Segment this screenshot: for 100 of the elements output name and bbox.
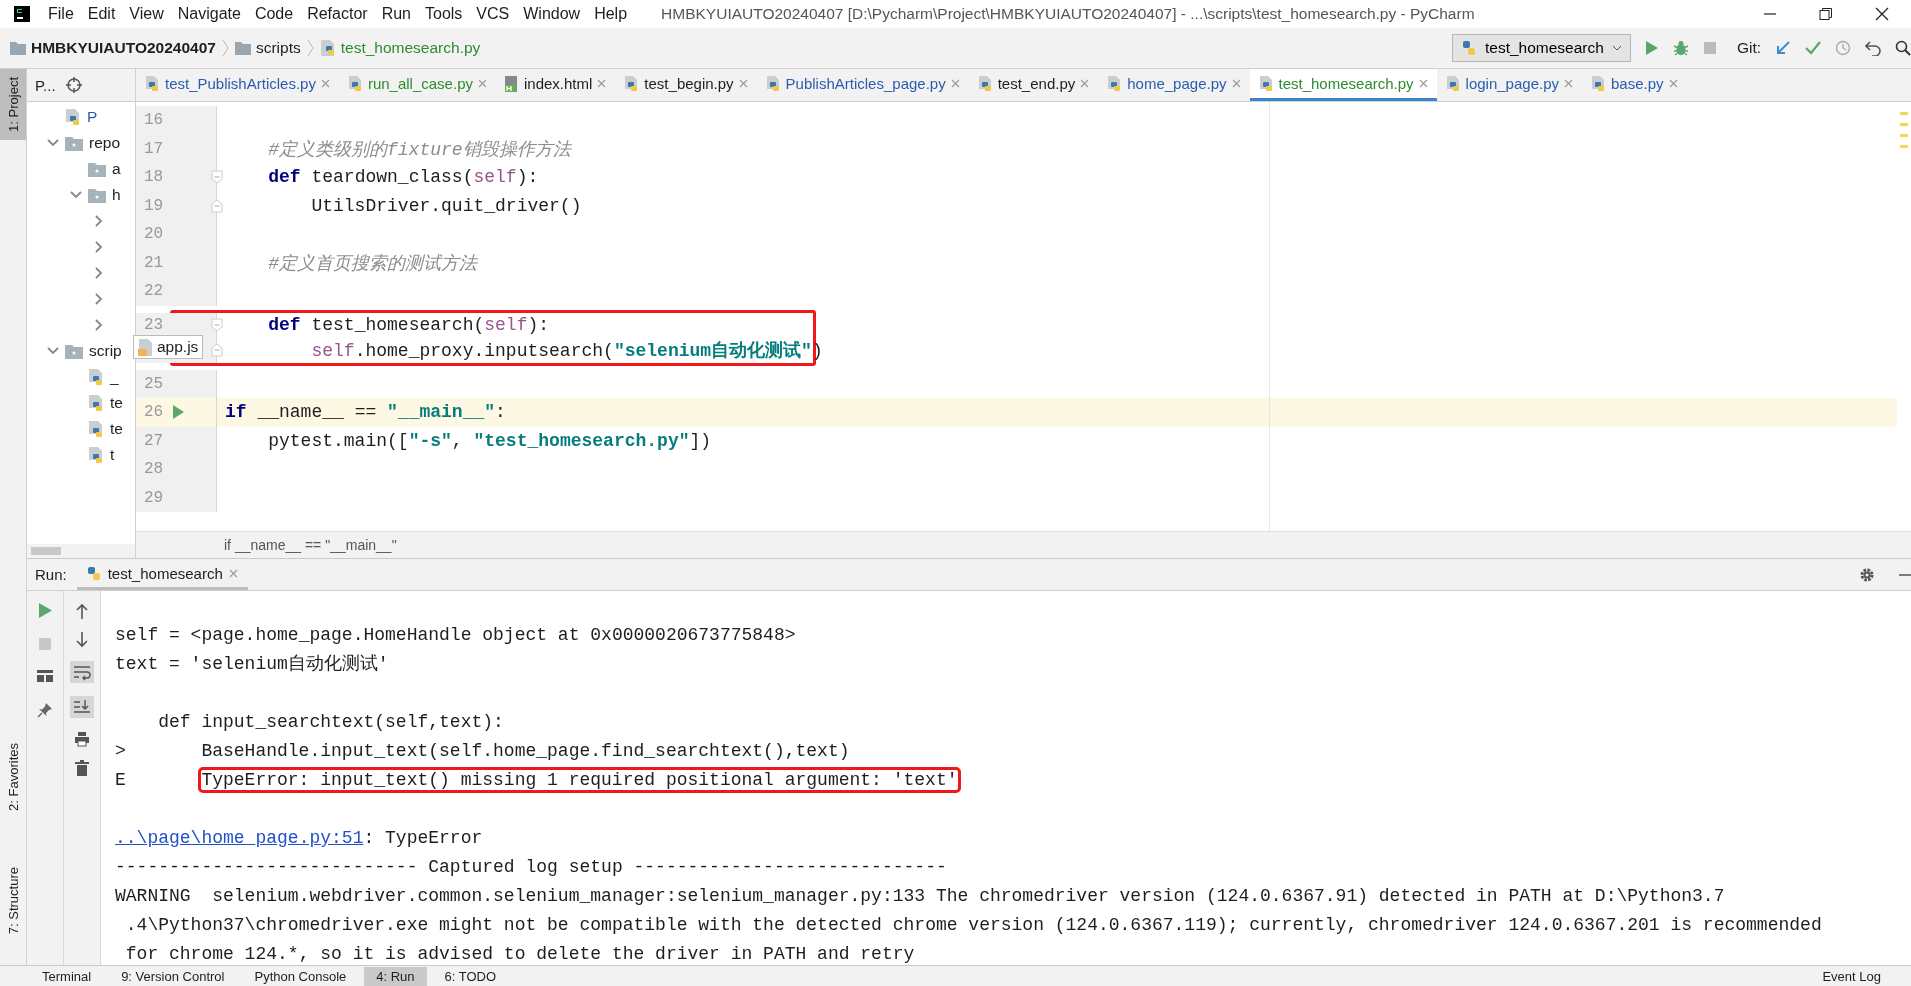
editor-tab[interactable]: home_page.py — [1098, 69, 1250, 101]
tree-item[interactable]: scrip — [89, 342, 122, 360]
line-number: 21 — [144, 253, 164, 272]
target-icon[interactable] — [65, 77, 82, 93]
chevron-icon[interactable] — [93, 293, 105, 305]
arrow-icon[interactable] — [1775, 40, 1791, 56]
console-marker: E — [115, 769, 127, 792]
tool-window-button[interactable]: 2: Favorites — [0, 734, 26, 819]
menu-item[interactable]: Edit — [87, 5, 116, 23]
editor-tab[interactable]: test_begin.py — [615, 69, 757, 101]
check-icon[interactable] — [1805, 41, 1821, 55]
breadcrumb-item[interactable]: HMBKYUIAUTO20240407 — [10, 39, 216, 57]
editor-tab[interactable]: login_page.py — [1436, 69, 1582, 101]
console-line: ..\page\home_page.py:51: TypeError — [115, 827, 484, 850]
scrollbar-thumb[interactable] — [31, 547, 61, 555]
menu-item[interactable]: Navigate — [177, 5, 241, 23]
minimize-icon[interactable] — [1899, 572, 1911, 577]
menu-item[interactable]: View — [129, 5, 164, 23]
search-icon[interactable] — [1895, 40, 1911, 56]
event-log-button[interactable]: Event Log — [1822, 968, 1881, 984]
panel-title: Run: — [35, 566, 67, 583]
chevron-icon[interactable] — [93, 241, 105, 253]
chevron-icon[interactable] — [70, 189, 82, 201]
tool-window-button[interactable]: 7: Structure — [0, 858, 26, 943]
editor-tab[interactable]: base.py — [1582, 69, 1687, 101]
tree-item[interactable]: a — [112, 160, 121, 178]
stop-icon[interactable] — [1702, 41, 1717, 55]
tool-window-tab[interactable]: 9: Version Control — [109, 966, 237, 986]
breadcrumb-item[interactable]: scripts — [234, 39, 301, 57]
python-file-icon — [977, 75, 993, 92]
python-file-icon — [765, 75, 781, 92]
tree-item[interactable]: h — [112, 186, 121, 204]
folder-icon — [65, 343, 83, 359]
python-icon — [1460, 40, 1477, 56]
chevron-icon[interactable] — [93, 267, 105, 279]
run-icon[interactable] — [173, 405, 184, 420]
run-config-dropdown[interactable]: test_homesearch — [1451, 34, 1631, 62]
down-arrow-icon[interactable] — [76, 632, 88, 648]
menu-item[interactable]: Window — [523, 5, 581, 23]
code-line: def teardown_class(self): — [267, 167, 539, 188]
python-file-icon — [145, 75, 160, 92]
editor-tab[interactable]: run_all_case.py — [338, 69, 496, 101]
tool-window-tab[interactable]: Python Console — [242, 966, 359, 986]
editor-tab[interactable]: PublishArticles_page.py — [756, 69, 969, 101]
editor-tab[interactable]: test_end.py — [968, 69, 1099, 101]
settings-icon[interactable] — [1859, 566, 1875, 583]
editor-tab[interactable]: index.html — [496, 69, 616, 101]
menu-item[interactable]: Refactor — [307, 5, 368, 23]
panel-title[interactable]: P... — [35, 76, 56, 94]
editor-tab[interactable]: test_homesearch.py — [1249, 69, 1437, 101]
close-icon[interactable] — [1875, 7, 1889, 21]
menu-item[interactable]: File — [48, 5, 74, 23]
code-line: def test_homesearch(self): — [267, 315, 550, 335]
menu-item[interactable]: Run — [381, 5, 411, 23]
tree-item[interactable]: P — [87, 108, 98, 126]
menu-item[interactable]: Help — [594, 5, 628, 23]
scroll-to-end-icon[interactable] — [70, 696, 94, 718]
menu-item[interactable]: Tools — [425, 5, 463, 23]
undo-icon[interactable] — [1865, 40, 1881, 56]
code-breadcrumb[interactable]: if __name__ == "__main__" — [224, 537, 397, 553]
chevron-icon — [221, 39, 229, 57]
menu-item[interactable]: VCS — [476, 5, 510, 23]
print-icon[interactable] — [74, 731, 90, 747]
console-line: self = <page.home_page.HomeHandle object at 0x0000020673775848> — [115, 625, 796, 645]
python-file-icon — [88, 446, 104, 464]
tool-window-tab[interactable]: 4: Run — [364, 966, 427, 986]
clock-icon[interactable] — [1835, 40, 1851, 56]
folder-icon — [10, 41, 26, 55]
tree-item[interactable]: _ — [110, 368, 119, 386]
trash-icon[interactable] — [75, 760, 89, 776]
chevron-icon[interactable] — [47, 137, 59, 149]
tool-window-tab[interactable]: Terminal — [30, 966, 104, 986]
file-link[interactable]: ..\page\home_page.py:51 — [115, 828, 364, 848]
chevron-icon[interactable] — [93, 215, 105, 227]
tool-window-tab[interactable]: 6: TODO — [432, 966, 509, 986]
bug-icon[interactable] — [1672, 40, 1689, 56]
tool-window-button[interactable]: 1: Project — [0, 69, 26, 140]
run-icon[interactable] — [38, 603, 52, 618]
git-label: Git: — [1736, 39, 1761, 57]
chevron-icon[interactable] — [47, 345, 59, 357]
python-file-icon — [88, 420, 104, 438]
breadcrumb-item[interactable]: test_homesearch.py — [319, 39, 481, 57]
tree-item[interactable]: te — [110, 420, 123, 438]
console-line: ---------------------------- Captured log setup ----------------------------- — [115, 857, 947, 877]
chevron-icon[interactable] — [93, 319, 105, 331]
tree-item[interactable]: te — [110, 394, 123, 412]
layout-icon[interactable] — [37, 670, 53, 682]
soft-wrap-icon[interactable] — [70, 661, 94, 683]
tree-item[interactable]: repo — [89, 134, 121, 152]
pin-icon[interactable] — [37, 702, 53, 718]
restore-icon[interactable] — [1819, 7, 1833, 21]
line-number: 25 — [144, 374, 164, 393]
python-icon — [86, 565, 102, 581]
python-file-icon — [88, 394, 104, 412]
menu-item[interactable]: Code — [254, 5, 294, 23]
python-file-icon — [624, 75, 640, 92]
tree-item[interactable]: t — [110, 446, 115, 464]
up-arrow-icon[interactable] — [76, 603, 88, 619]
run-icon[interactable] — [1644, 40, 1659, 56]
editor-tab[interactable]: test_PublishArticles.py — [136, 69, 339, 101]
